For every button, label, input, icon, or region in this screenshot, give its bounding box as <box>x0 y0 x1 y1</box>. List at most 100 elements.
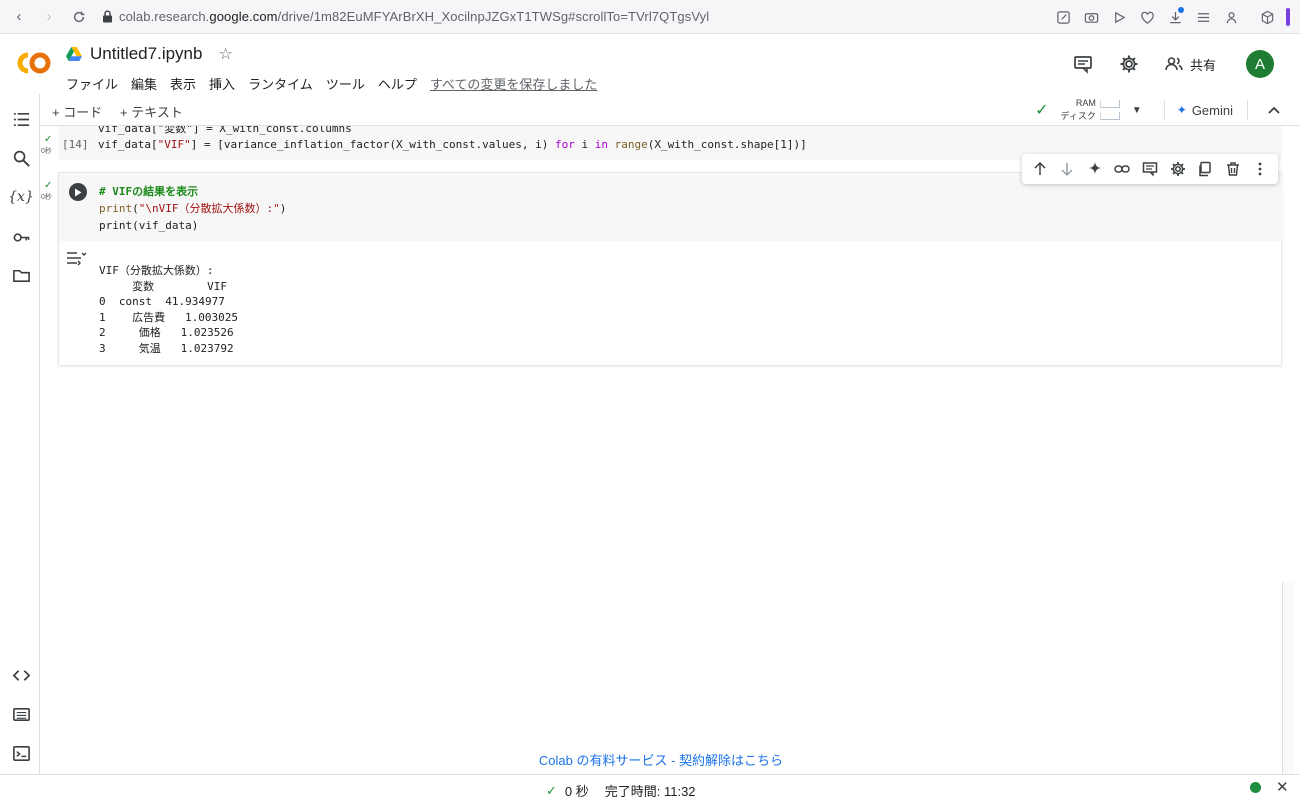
output-line: 1 広告費 1.003025 <box>99 310 238 324</box>
share-label: 共有 <box>1189 57 1216 73</box>
runtime-connected-dot <box>1250 782 1261 793</box>
code-snippets-icon[interactable] <box>10 664 32 686</box>
menu-insert[interactable]: 挿入 <box>209 74 235 93</box>
prev-cell-done-check-icon: ✓ <box>44 134 53 145</box>
output-line: VIF（分散拡大係数）: <box>99 264 214 277</box>
table-of-contents-icon[interactable] <box>10 108 32 130</box>
browser-toolbar: ‹ › colab.research.google.com/drive/1m82… <box>0 0 1300 34</box>
reload-button[interactable] <box>64 2 94 32</box>
menu-view[interactable]: 表示 <box>170 74 196 93</box>
people-icon <box>1165 57 1183 71</box>
resource-labels[interactable]: RAM ディスク <box>1060 97 1095 123</box>
output-actions-icon[interactable] <box>65 249 87 267</box>
colab-logo-icon[interactable] <box>14 50 54 76</box>
menu-lines-icon[interactable] <box>1190 4 1216 30</box>
gemini-sparkle-icon: ✦ <box>1176 103 1187 117</box>
current-code-cell[interactable]: # VIFの結果を表示 print("\nVIF（分散拡大係数）:") prin… <box>58 172 1283 366</box>
code-comment: # VIFの結果を表示 <box>99 185 199 198</box>
cell-actions-toolbar <box>1022 154 1278 184</box>
avatar[interactable]: A <box>1246 50 1274 78</box>
current-cell-duration: 0秒 <box>41 194 52 201</box>
toolbar-divider <box>1163 100 1165 120</box>
back-button[interactable]: ‹ <box>4 2 34 32</box>
variables-icon[interactable]: {x} <box>8 186 34 208</box>
key-icon[interactable] <box>10 226 32 248</box>
code-print-1: print("\nVIF（分散拡大係数）:") <box>99 202 287 215</box>
gemini-button[interactable]: ✦ Gemini <box>1177 103 1233 118</box>
add-code-button[interactable]: + コード <box>52 102 102 121</box>
download-badge <box>1178 7 1184 13</box>
connected-check-icon: ✓ <box>1035 102 1049 119</box>
code-print-2: print(vif_data) <box>99 219 199 232</box>
ram-meter <box>1099 100 1120 108</box>
more-vert-icon[interactable] <box>1249 158 1271 180</box>
folder-icon[interactable] <box>10 264 32 286</box>
play-icon[interactable] <box>1106 4 1132 30</box>
menu-file[interactable]: ファイル <box>66 74 118 93</box>
prev-cell-line-2: vif_data["VIF"] = [variance_inflation_fa… <box>98 138 807 151</box>
toolbar-divider-2 <box>1247 100 1248 120</box>
address-bar[interactable]: colab.research.google.com/drive/1m82EuMF… <box>119 9 709 24</box>
url-prefix: colab.research. <box>119 9 210 24</box>
status-bar: ✓ 0 秒 完了時間: 11:32 <box>0 774 1300 803</box>
current-cell-done-check-icon: ✓ <box>44 180 53 191</box>
cell-output: VIF（分散拡大係数）: 変数 VIF 0 const 41.934977 1 … <box>99 263 238 356</box>
run-cell-button[interactable] <box>69 183 87 201</box>
command-palette-icon[interactable] <box>10 703 32 725</box>
output-line: 3 気温 1.023792 <box>99 341 234 355</box>
paid-services-link[interactable]: Colab の有料サービス - 契約解除はこちら <box>0 750 1300 769</box>
menu-bar: ファイル 編集 表示 挿入 ランタイム ツール ヘルプ すべての変更を保存しまし… <box>66 74 610 93</box>
notebook-scrollbar[interactable] <box>1282 126 1294 774</box>
comment-icon[interactable] <box>1070 51 1096 77</box>
add-text-button[interactable]: + テキスト <box>120 102 183 121</box>
chevron-up-icon[interactable] <box>1268 106 1280 114</box>
notebook-title[interactable]: Untitled7.ipynb <box>90 44 202 64</box>
heart-icon[interactable] <box>1134 4 1160 30</box>
output-line: 変数 VIF <box>99 279 227 293</box>
search-icon[interactable] <box>10 147 32 169</box>
mirror-cell-icon[interactable] <box>1194 158 1216 180</box>
notebook-toolbar: + コード + テキスト ✓ RAM ディスク ▼ ✦ Gemini <box>40 94 1300 126</box>
settings-gear-icon[interactable] <box>1116 51 1142 77</box>
scrollbar-thumb[interactable] <box>1282 582 1294 774</box>
menu-edit[interactable]: 編集 <box>131 74 157 93</box>
resource-meters[interactable] <box>1099 100 1120 120</box>
share-button[interactable]: 共有 <box>1164 54 1216 74</box>
camera-icon[interactable] <box>1078 4 1104 30</box>
save-status-link[interactable]: すべての変更を保存しました <box>430 74 598 93</box>
cube-icon[interactable] <box>1254 4 1280 30</box>
disk-meter <box>1099 112 1120 120</box>
header-actions: 共有 A <box>1050 50 1274 78</box>
download-icon[interactable] <box>1162 4 1188 30</box>
play-icon <box>75 188 82 196</box>
sparkle-icon[interactable] <box>1084 158 1106 180</box>
gear-icon[interactable] <box>1167 158 1189 180</box>
output-line: 0 const 41.934977 <box>99 295 225 308</box>
ram-label: RAM <box>1075 98 1096 108</box>
forward-button[interactable]: › <box>34 2 64 32</box>
menu-tools[interactable]: ツール <box>326 74 365 93</box>
completion-time: 完了時間: 11:32 <box>604 784 696 799</box>
google-drive-icon <box>66 47 82 61</box>
disk-label: ディスク <box>1060 111 1096 121</box>
menu-runtime[interactable]: ランタイム <box>248 74 313 93</box>
colab-window: ‹ › colab.research.google.com/drive/1m82… <box>0 0 1300 803</box>
close-icon[interactable]: ✕ <box>1276 778 1289 796</box>
title-row: Untitled7.ipynb ☆ <box>66 44 233 64</box>
status-check-icon: ✓ <box>546 782 557 798</box>
link-icon[interactable] <box>1111 158 1133 180</box>
execution-duration: 0 秒 <box>564 784 589 799</box>
move-down-icon[interactable] <box>1056 158 1078 180</box>
star-icon[interactable]: ☆ <box>218 44 232 64</box>
profile-icon[interactable] <box>1218 4 1244 30</box>
execution-status[interactable]: ✓ 0 秒 完了時間: 11:32 <box>546 781 696 800</box>
runtime-status: ✓ RAM ディスク ▼ ✦ Gemini <box>1035 94 1300 126</box>
prev-cell-duration: 0秒 <box>41 148 52 155</box>
move-up-icon[interactable] <box>1029 158 1051 180</box>
runtime-dropdown-caret-icon[interactable]: ▼ <box>1132 105 1142 116</box>
comment-icon[interactable] <box>1139 158 1161 180</box>
left-sidebar: {x} <box>0 94 40 774</box>
menu-help[interactable]: ヘルプ <box>378 74 417 93</box>
trash-icon[interactable] <box>1222 158 1244 180</box>
edit-icon[interactable] <box>1050 4 1076 30</box>
